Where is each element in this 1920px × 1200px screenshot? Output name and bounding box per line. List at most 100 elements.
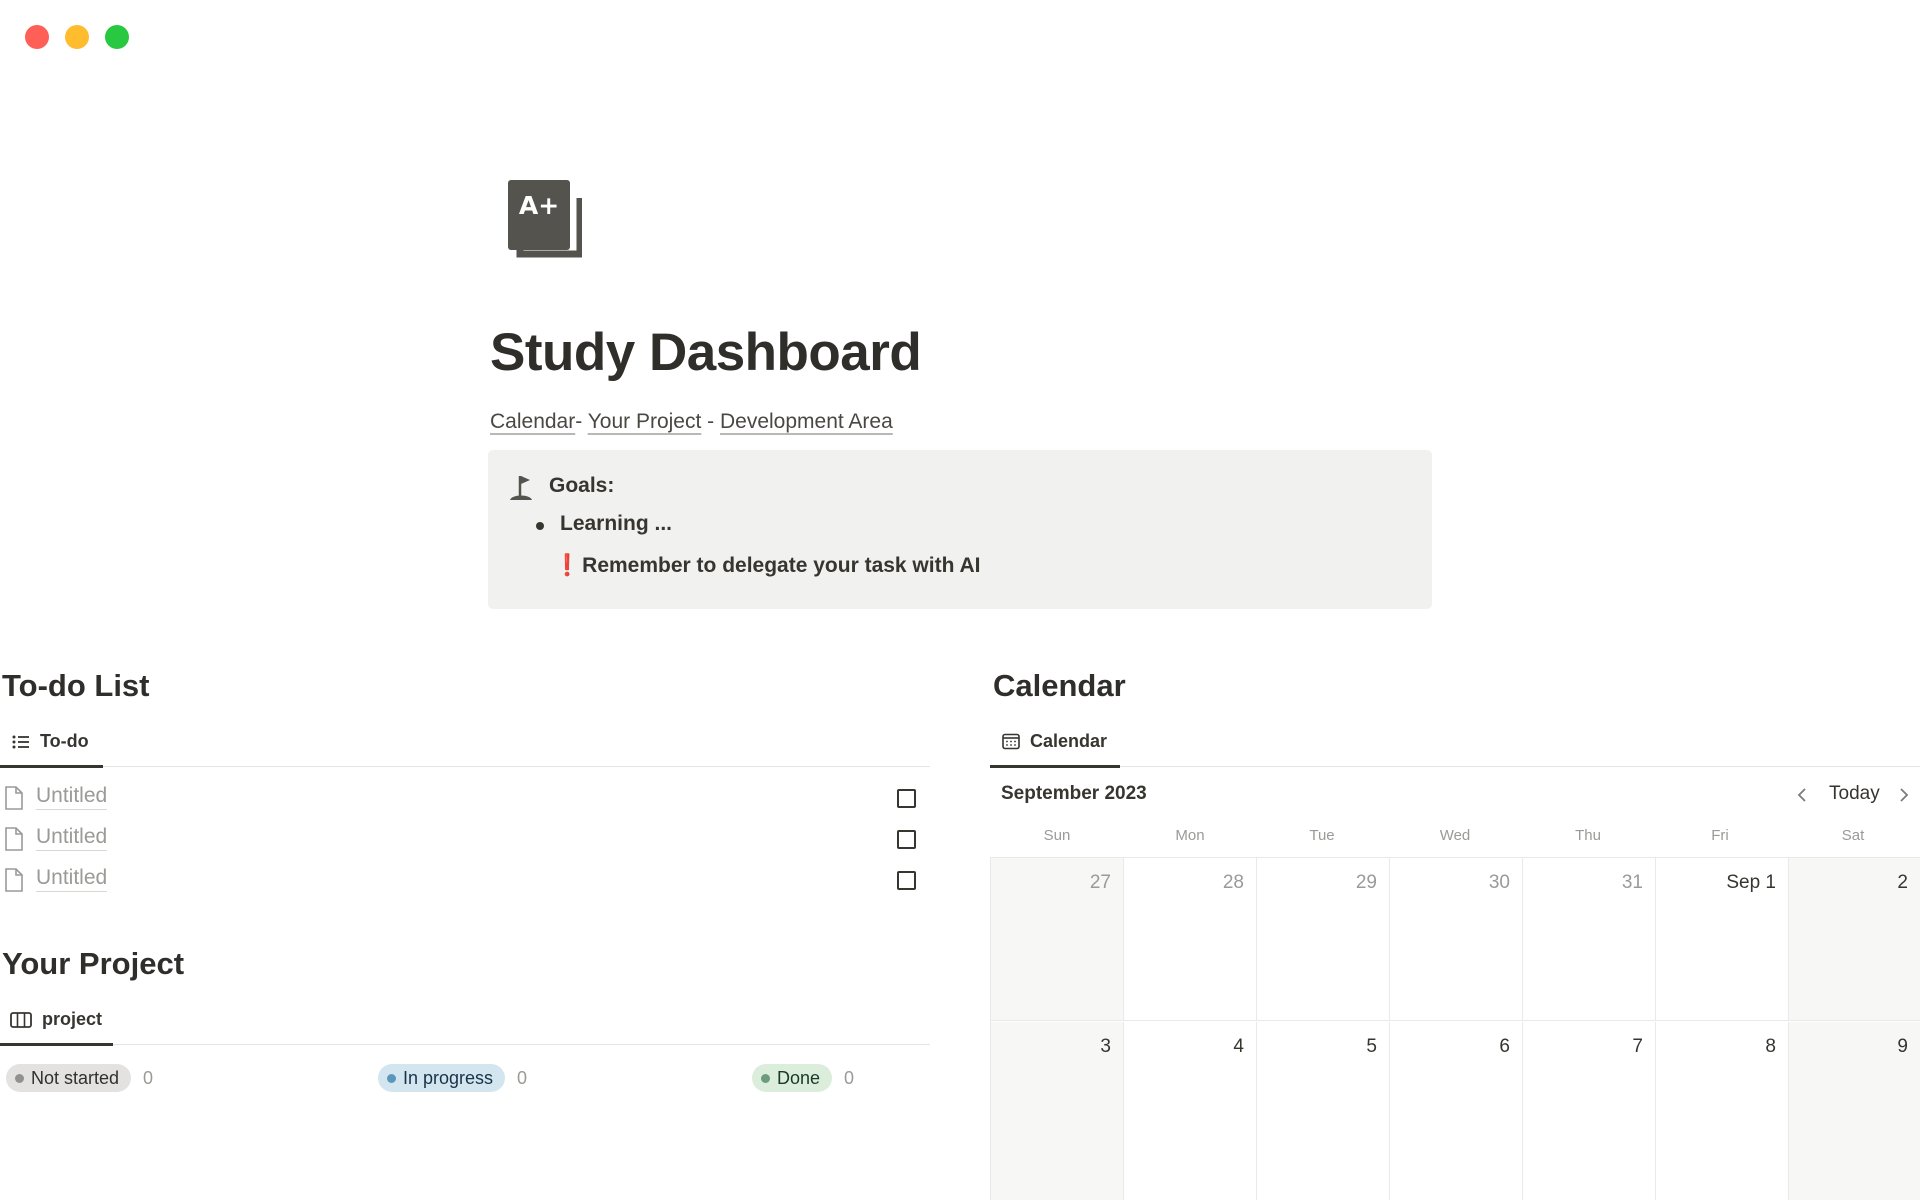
board-group-in-progress[interactable]: In progress 0 (378, 1064, 527, 1092)
calendar-day-cell[interactable]: 31 (1523, 858, 1656, 1021)
todo-item[interactable]: Untitled (0, 862, 930, 902)
chevron-left-icon[interactable] (1795, 786, 1809, 804)
page-links: Calendar- Your Project - Development Are… (490, 410, 893, 434)
goals-callout: Goals: Learning ... ❗Remember to delegat… (488, 450, 1432, 609)
tab-active-indicator (990, 765, 1120, 768)
tab-project-view[interactable]: project (10, 1009, 102, 1030)
calendar-day-number: 3 (1100, 1036, 1111, 1057)
exclamation-icon: ❗ (554, 554, 581, 577)
document-icon (5, 827, 23, 851)
tab-todo-view[interactable]: To-do (12, 731, 89, 752)
calendar-day-number: 8 (1765, 1036, 1776, 1057)
today-button[interactable]: Today (1829, 783, 1880, 805)
todo-checkbox[interactable] (897, 789, 916, 808)
calendar-day-cell[interactable]: 29 (1257, 858, 1390, 1021)
tab-divider (0, 1044, 930, 1045)
board-group-not-started[interactable]: Not started 0 (6, 1064, 153, 1092)
calendar-day-number: 4 (1233, 1036, 1244, 1057)
link-separator: - (575, 410, 588, 433)
calendar-day-number: 2 (1897, 872, 1908, 893)
status-label: Done (777, 1067, 821, 1088)
tab-divider (990, 766, 1920, 767)
link-your-project[interactable]: Your Project (588, 410, 702, 433)
calendar-day-number: 29 (1355, 872, 1377, 893)
reminder-text: ❗Remember to delegate your task with AI (554, 554, 980, 578)
tab-divider (0, 766, 930, 767)
calendar-day-cell[interactable]: 6 (1390, 1022, 1523, 1200)
calendar-day-number: 28 (1222, 872, 1244, 893)
calendar-day-number: 27 (1089, 872, 1111, 893)
status-dot (761, 1073, 770, 1083)
calendar-day-cell[interactable]: 28 (1124, 858, 1257, 1021)
tab-active-indicator (0, 1043, 113, 1046)
calendar-day-cell[interactable]: 27 (991, 858, 1124, 1021)
window-controls (25, 25, 129, 49)
link-calendar[interactable]: Calendar (490, 410, 575, 433)
calendar-day-cell[interactable]: 30 (1390, 858, 1523, 1021)
status-badge: Done (752, 1064, 833, 1092)
calendar-day-cell[interactable]: 5 (1257, 1022, 1390, 1200)
todo-checkbox[interactable] (897, 830, 916, 849)
tab-active-indicator (0, 765, 103, 768)
calendar-day-number: Sep 1 (1726, 872, 1776, 893)
goals-heading: Goals: (549, 474, 615, 497)
group-count: 0 (517, 1067, 528, 1088)
weekday-label: Mon (1175, 827, 1205, 844)
calendar-month-label: September 2023 (1001, 783, 1147, 804)
page-title[interactable]: Study Dashboard (490, 322, 922, 383)
calendar-day-cell[interactable]: 2 (1789, 858, 1920, 1021)
calendar-day-cell[interactable]: Sep 1 (1656, 858, 1789, 1021)
calendar-day-cell[interactable]: 7 (1523, 1022, 1656, 1200)
calendar-day-cell[interactable]: 8 (1656, 1022, 1789, 1200)
todo-heading: To-do List (2, 668, 150, 703)
document-icon (5, 786, 23, 810)
link-development-area[interactable]: Development Area (720, 410, 893, 433)
tab-calendar-label: Calendar (1030, 731, 1108, 751)
board-icon (10, 1011, 32, 1028)
status-badge: Not started (6, 1064, 132, 1092)
tab-project-label: project (42, 1009, 103, 1029)
todo-checkbox[interactable] (897, 871, 916, 890)
calendar-day-cell[interactable]: 9 (1789, 1022, 1920, 1200)
list-icon (12, 735, 29, 748)
status-dot (387, 1073, 396, 1083)
minimize-window-button[interactable] (65, 25, 89, 49)
calendar-day-number: 30 (1488, 872, 1510, 893)
document-icon (5, 868, 23, 892)
goals-bullet-item: Learning ... (535, 512, 673, 535)
a-plus-document-icon[interactable]: A+ (506, 178, 582, 262)
calendar-day-number: 9 (1897, 1036, 1908, 1057)
svg-text:A+: A+ (519, 191, 559, 220)
close-window-button[interactable] (25, 25, 49, 49)
status-label: Not started (31, 1067, 120, 1088)
todo-item-name[interactable]: Untitled (36, 866, 108, 892)
zoom-window-button[interactable] (105, 25, 129, 49)
calendar-day-number: 7 (1632, 1036, 1643, 1057)
todo-item[interactable]: Untitled (0, 780, 930, 820)
calendar-day-number: 6 (1499, 1036, 1510, 1057)
group-count: 0 (143, 1067, 154, 1088)
weekday-label: Sat (1841, 827, 1865, 844)
tab-todo-label: To-do (40, 731, 89, 751)
chevron-right-icon[interactable] (1897, 786, 1911, 804)
status-dot (15, 1073, 24, 1083)
board-group-done[interactable]: Done 0 (752, 1064, 854, 1092)
calendar-heading: Calendar (993, 668, 1126, 703)
group-count: 0 (844, 1067, 855, 1088)
calendar-day-cell[interactable]: 3 (991, 1022, 1124, 1200)
golf-flag-icon[interactable] (508, 474, 534, 502)
status-badge: In progress (378, 1064, 506, 1092)
todo-item-name[interactable]: Untitled (36, 784, 108, 810)
reminder-label: Remember to delegate your task with AI (582, 554, 981, 577)
weekday-label: Wed (1439, 827, 1471, 844)
weekday-label: Fri (1711, 827, 1729, 844)
weekday-label: Thu (1575, 827, 1601, 844)
weekday-label: Tue (1309, 827, 1335, 844)
status-label: In progress (403, 1067, 494, 1088)
todo-item-name[interactable]: Untitled (36, 825, 108, 851)
todo-item[interactable]: Untitled (0, 821, 930, 861)
calendar-icon (1002, 733, 1020, 750)
project-heading: Your Project (2, 946, 185, 981)
calendar-day-cell[interactable]: 4 (1124, 1022, 1257, 1200)
tab-calendar-view[interactable]: Calendar (1002, 731, 1107, 752)
